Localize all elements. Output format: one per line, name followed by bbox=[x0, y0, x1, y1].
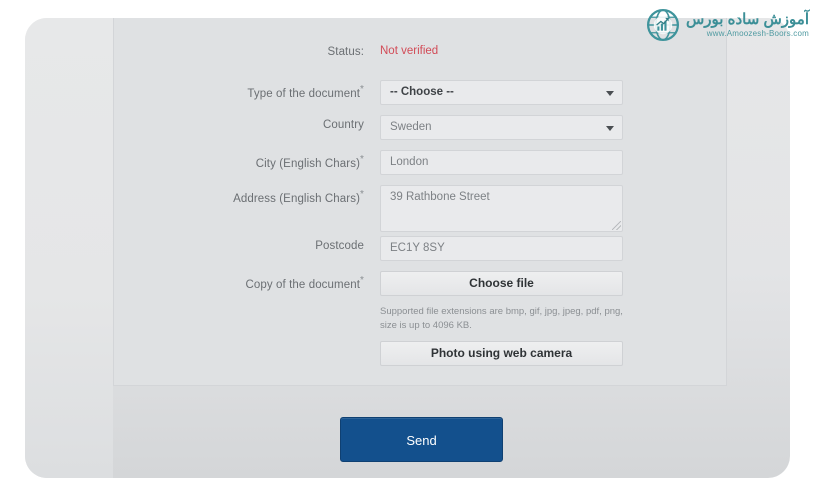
watermark-url: www.Amoozesh-Boors.com bbox=[706, 29, 809, 38]
city-label: City (English Chars)* bbox=[104, 154, 364, 170]
required-marker: * bbox=[360, 84, 364, 95]
resize-handle-icon[interactable] bbox=[612, 221, 621, 230]
verification-form-panel: Status: Not verified Type of the documen… bbox=[113, 18, 727, 386]
document-type-select[interactable]: -- Choose -- bbox=[380, 80, 623, 105]
country-select[interactable]: Sweden bbox=[380, 115, 623, 140]
left-gutter bbox=[25, 18, 113, 478]
file-help-text: Supported file extensions are bmp, gif, … bbox=[380, 306, 623, 331]
document-type-value: -- Choose -- bbox=[390, 86, 454, 98]
postcode-label: Postcode bbox=[315, 240, 364, 252]
document-type-label: Type of the document* bbox=[104, 84, 364, 100]
file-help-wrap: Supported file extensions are bmp, gif, … bbox=[380, 305, 623, 332]
required-marker: * bbox=[360, 189, 364, 200]
required-marker: * bbox=[360, 275, 364, 286]
address-value: 39 Rathbone Street bbox=[390, 191, 490, 203]
status-label: Status: bbox=[327, 46, 364, 58]
city-label-text: City (English Chars) bbox=[255, 157, 360, 170]
city-input-wrap: London bbox=[380, 150, 623, 175]
status-badge: Not verified bbox=[380, 45, 439, 57]
country-value: Sweden bbox=[390, 121, 432, 133]
postcode-input[interactable]: EC1Y 8SY bbox=[380, 236, 623, 261]
webcam-button-wrap: Photo using web camera bbox=[380, 341, 623, 366]
send-button[interactable]: Send bbox=[340, 417, 503, 462]
globe-chart-icon bbox=[646, 8, 680, 42]
address-textarea-wrap: 39 Rathbone Street bbox=[380, 185, 623, 232]
address-label: Address (English Chars)* bbox=[104, 189, 364, 205]
document-copy-label: Copy of the document* bbox=[104, 275, 364, 291]
page-container: Status: Not verified Type of the documen… bbox=[25, 18, 790, 478]
document-copy-label-text: Copy of the document bbox=[245, 278, 360, 291]
photo-web-camera-button[interactable]: Photo using web camera bbox=[380, 341, 623, 366]
watermark-title: آموزش ساده بورس bbox=[686, 11, 809, 28]
choose-file-wrap: Choose file bbox=[380, 271, 623, 296]
document-type-label-text: Type of the document bbox=[247, 87, 360, 100]
country-select-wrap: Sweden bbox=[380, 115, 623, 140]
chevron-down-icon[interactable] bbox=[606, 125, 614, 131]
watermark-logo: آموزش ساده بورس www.Amoozesh-Boors.com bbox=[646, 8, 809, 42]
choose-file-button[interactable]: Choose file bbox=[380, 271, 623, 296]
address-textarea[interactable]: 39 Rathbone Street bbox=[380, 185, 623, 232]
city-input[interactable]: London bbox=[380, 150, 623, 175]
address-label-text: Address (English Chars) bbox=[233, 192, 360, 205]
chevron-down-icon[interactable] bbox=[606, 90, 614, 96]
document-type-select-wrap: -- Choose -- bbox=[380, 80, 623, 105]
country-label: Country bbox=[323, 119, 364, 131]
required-marker: * bbox=[360, 154, 364, 165]
postcode-input-wrap: EC1Y 8SY bbox=[380, 236, 623, 261]
watermark-text-block: آموزش ساده بورس www.Amoozesh-Boors.com bbox=[686, 12, 809, 38]
